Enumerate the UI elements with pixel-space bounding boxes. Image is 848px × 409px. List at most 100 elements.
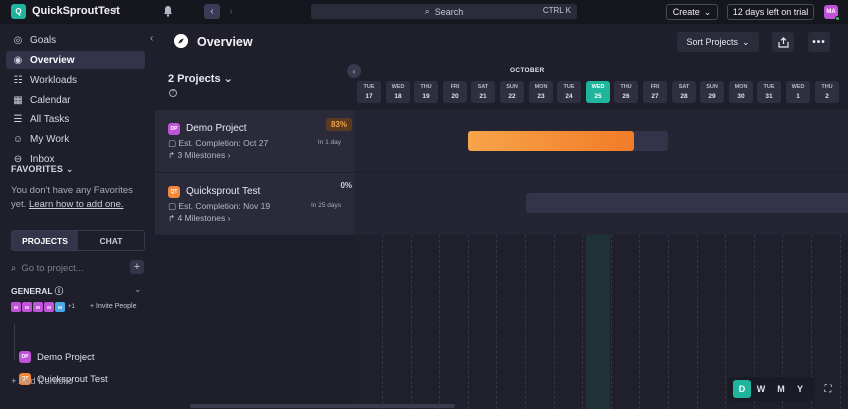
add-project-button[interactable]: + [130,260,144,274]
sidebar-item-workloads[interactable]: ☷ Workloads [6,71,145,89]
tab-chat[interactable]: CHAT [78,231,144,250]
search-icon: ⌕ [424,6,430,16]
horizontal-scrollbar[interactable] [190,404,455,408]
milestones-text: 4 Milestones [177,213,226,223]
day-weekday: SAT [477,84,489,90]
learn-favorites-link[interactable]: Learn how to add one. [29,199,124,210]
timeline-day: THU 19 [414,81,438,103]
day-number: 26 [622,93,630,100]
sidebar-item-label: Calendar [30,94,71,106]
fullscreen-icon[interactable]: ⛶ [820,381,836,397]
day-number: 27 [651,93,659,100]
create-button[interactable]: Create ⌄ [666,4,718,20]
goto-placeholder: Go to project... [21,262,84,274]
online-status-dot [835,16,840,21]
favorites-heading-label: FAVORITES [11,164,64,174]
invite-people-button[interactable]: + Invite People [90,303,137,310]
day-weekday: THU [620,84,632,90]
day-number: 24 [565,93,573,100]
scale-year-button[interactable]: Y [791,380,809,398]
compass-icon [174,34,188,48]
timeline-day: SAT 28 [672,81,696,103]
grid-line [697,235,698,409]
project-row-quicksprout[interactable]: QT Quicksprout Test ▢ Est. Completion: N… [155,172,354,234]
day-weekday: TUE [563,84,575,90]
sidebar-item-all-tasks[interactable]: ☰ All Tasks [6,110,145,128]
project-badge: DP [168,123,180,135]
search-bar[interactable]: ⌕ Search CTRL K [311,4,577,19]
scale-week-button[interactable]: W [752,380,770,398]
share-button[interactable] [772,32,794,52]
project-milestones[interactable]: ↱ 4 Milestones › [168,213,230,224]
scale-month-button[interactable]: M [772,380,790,398]
timeline-day: TUE 24 [557,81,581,103]
day-weekday: TUE [763,84,775,90]
workspace-logo[interactable]: Q [11,4,26,19]
forward-button[interactable]: › [224,4,238,19]
member-avatars[interactable]: M M M M M +1 [11,302,75,312]
day-weekday: THU [821,84,833,90]
sidebar-item-calendar[interactable]: ▦ Calendar [6,91,145,109]
project-label: Demo Project [37,351,95,363]
back-button[interactable]: ‹ [204,4,220,19]
chevron-down-icon[interactable]: ▾ [113,5,117,14]
chevron-down-icon[interactable]: ⌄ [134,284,142,295]
scale-day-button[interactable]: D [733,380,751,398]
project-row-demo[interactable]: DP Demo Project ▢ Est. Completion: Oct 2… [155,110,354,172]
sidebar-item-overview[interactable]: ◉ Overview [6,51,145,69]
sidebar-item-my-work[interactable]: ☺ My Work [6,130,145,148]
grid-line [468,235,469,409]
user-circle-icon: ☺ [12,133,24,145]
timeline-day: SUN 22 [500,81,524,103]
day-weekday: SUN [706,84,718,90]
sidebar-item-label: All Tasks [30,113,70,125]
timeline-day: FRI 20 [443,81,467,103]
day-weekday: SUN [506,84,518,90]
day-weekday: WED [791,84,805,90]
user-avatar[interactable]: MA [824,5,840,21]
sidebar-tabs: PROJECTS CHAT [11,230,145,251]
day-number: 1 [796,93,800,100]
avatar: M [33,302,43,312]
day-weekday: THU [420,84,432,90]
project-bar-track-quicksprout[interactable] [526,193,848,213]
trial-button[interactable]: 12 days left on trial [727,4,814,20]
avatar: M [11,302,21,312]
favorites-heading[interactable]: FAVORITES ⌄ [11,164,74,175]
sidebar-item-goals[interactable]: ◎ Goals [6,31,145,49]
timeline-prev-button[interactable]: ‹ [347,64,361,78]
bell-icon[interactable] [162,5,174,17]
tab-projects[interactable]: PROJECTS [12,231,78,250]
timeline-day: THU 2 [815,81,839,103]
day-number: 18 [394,93,402,100]
day-number: 21 [479,93,487,100]
page-title: Overview [197,35,253,49]
goto-project-input[interactable]: ⌕ Go to project... [11,261,129,275]
sidebar-project-demo[interactable]: DP Demo Project [19,350,95,364]
day-number: 30 [737,93,745,100]
chevron-down-icon: ⌄ [223,73,233,85]
more-options-button[interactable]: ••• [808,32,830,52]
tree-line [14,324,15,360]
collapse-sidebar-icon[interactable]: ‹ [150,33,153,44]
grid-line [582,235,583,409]
timeline-day: MON 30 [729,81,753,103]
sort-projects-button[interactable]: Sort Projects ⌄ [677,32,759,52]
day-number: 25 [594,93,602,100]
avatar: M [22,302,32,312]
help-icon[interactable]: ? [169,89,177,97]
workspace-name[interactable]: QuickSproutTest [32,5,120,17]
project-count-dropdown[interactable]: 2 Projects ⌄ [168,72,233,85]
project-milestones[interactable]: ↱ 3 Milestones › [168,150,230,161]
project-est-completion: ▢ Est. Completion: Oct 27 [168,138,268,149]
day-number: 17 [365,93,373,100]
project-bar-progress-demo[interactable] [468,131,634,151]
est-text: Est. Completion: Nov 19 [178,201,271,211]
general-heading[interactable]: GENERAL ⓘ [11,285,63,297]
day-weekday: WED [391,84,405,90]
add-portfolio-button[interactable]: + Add Portfolio [11,376,73,387]
grid-line [725,235,726,409]
project-est-completion: ▢ Est. Completion: Nov 19 [168,201,270,212]
sidebar-item-label: Workloads [30,74,78,86]
milestones-text: 3 Milestones [177,150,226,160]
